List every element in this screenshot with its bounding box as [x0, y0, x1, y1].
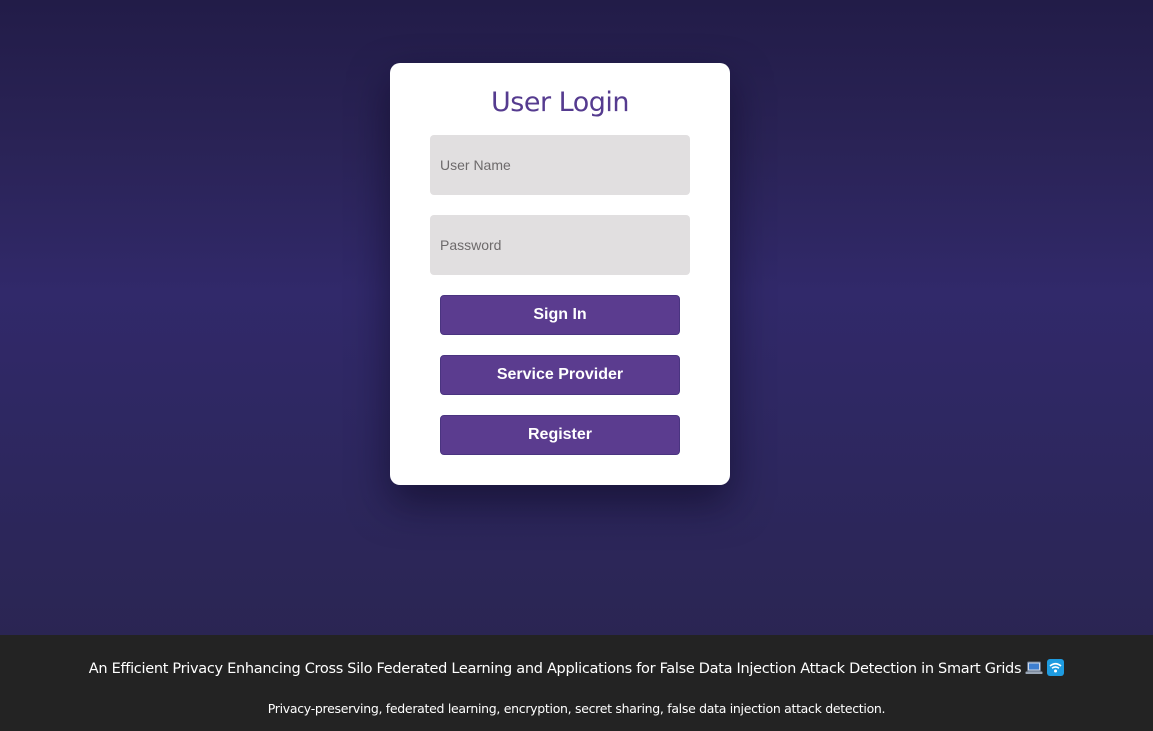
footer-title: An Efficient Privacy Enhancing Cross Sil…	[88, 661, 1022, 677]
login-card: User Login Sign In Service Provider Regi…	[390, 63, 730, 485]
wifi-icon	[1047, 659, 1065, 680]
login-title: User Login	[491, 87, 629, 118]
footer-title-row: An Efficient Privacy Enhancing Cross Sil…	[0, 659, 1153, 680]
register-button[interactable]: Register	[440, 415, 680, 455]
footer-subtitle: Privacy-preserving, federated learning, …	[267, 701, 886, 716]
laptop-icon	[1025, 661, 1043, 680]
service-provider-button[interactable]: Service Provider	[440, 355, 680, 395]
sign-in-button[interactable]: Sign In	[440, 295, 680, 335]
footer: An Efficient Privacy Enhancing Cross Sil…	[0, 635, 1153, 731]
password-input[interactable]	[430, 215, 690, 275]
page-background: User Login Sign In Service Provider Regi…	[0, 0, 1153, 731]
username-input[interactable]	[430, 135, 690, 195]
